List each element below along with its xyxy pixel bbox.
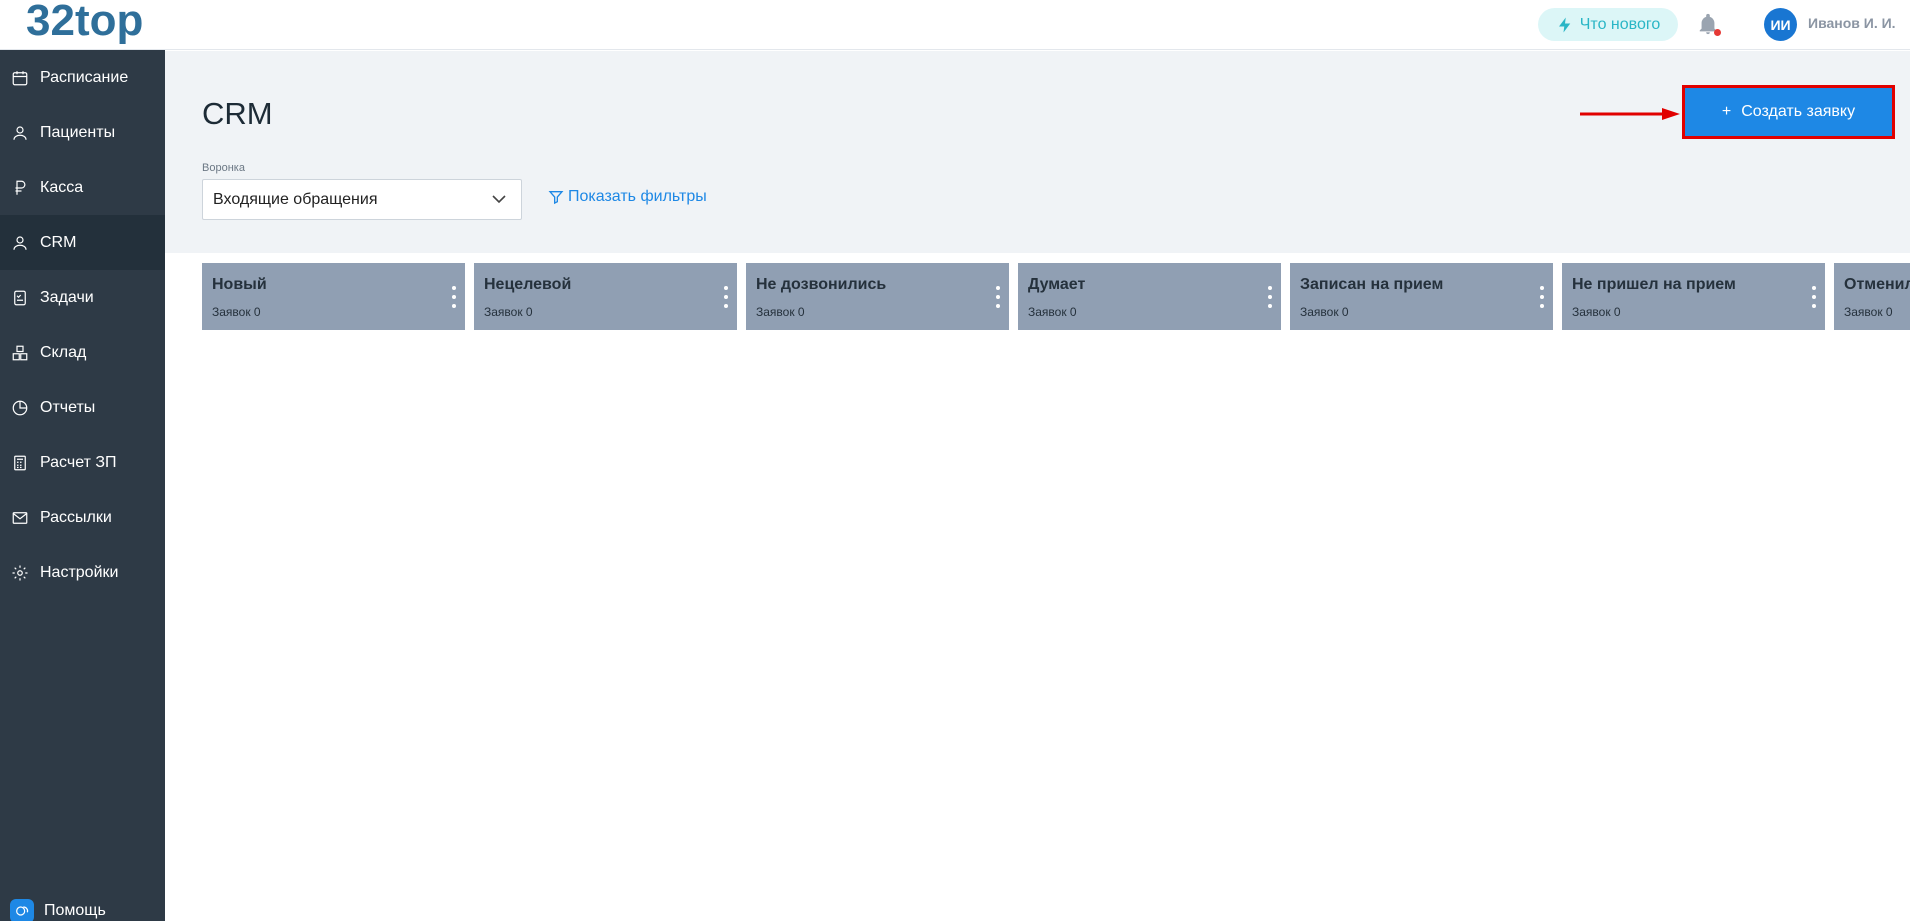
kanban-column-cancelled[interactable]: Отменил Заявок 0 [1834, 263, 1910, 330]
sidebar-item-warehouse[interactable]: Склад [0, 325, 165, 380]
create-request-label: Создать заявку [1741, 103, 1856, 120]
more-vertical-icon[interactable] [1265, 286, 1275, 308]
column-count: Заявок 0 [212, 305, 261, 319]
more-vertical-icon[interactable] [1537, 286, 1547, 308]
create-request-highlight: + Создать заявку [1682, 85, 1895, 139]
sidebar-item-mailings[interactable]: Рассылки [0, 490, 165, 545]
avatar[interactable]: ИИ [1764, 8, 1797, 41]
sidebar-item-settings[interactable]: Настройки [0, 545, 165, 600]
funnel-selected-value: Входящие обращения [213, 190, 378, 208]
column-count: Заявок 0 [1572, 305, 1621, 319]
kanban-column-not-reached[interactable]: Не дозвонились Заявок 0 [746, 263, 1009, 330]
notification-dot [1714, 29, 1721, 36]
column-title: Не пришел на прием [1572, 276, 1736, 293]
kanban-column-no-show[interactable]: Не пришел на прием Заявок 0 [1562, 263, 1825, 330]
logo[interactable]: 32top [26, 0, 143, 46]
plus-icon: + [1721, 103, 1732, 120]
sidebar-item-cashbox[interactable]: Касса [0, 160, 165, 215]
show-filters-label: Показать фильтры [568, 188, 707, 205]
column-count: Заявок 0 [1844, 305, 1893, 319]
sidebar-item-schedule[interactable]: Расписание [0, 50, 165, 105]
help-chat-icon [10, 899, 34, 921]
show-filters-link[interactable]: Показать фильтры [548, 188, 707, 206]
column-title: Нецелевой [484, 276, 572, 293]
column-count: Заявок 0 [1300, 305, 1349, 319]
column-title: Думает [1028, 276, 1086, 293]
create-request-button[interactable]: + Создать заявку [1685, 88, 1892, 136]
help-button[interactable]: Помощь [0, 846, 165, 921]
checklist-icon [10, 288, 30, 308]
sidebar-item-label: CRM [40, 233, 77, 251]
column-title: Новый [212, 276, 267, 293]
sidebar: Расписание Пациенты Касса CRM Задачи Скл… [0, 50, 165, 921]
column-count: Заявок 0 [756, 305, 805, 319]
sidebar-item-patients[interactable]: Пациенты [0, 105, 165, 160]
mail-icon [10, 508, 30, 528]
kanban-column-non-target[interactable]: Нецелевой Заявок 0 [474, 263, 737, 330]
top-bar: 32top Что нового ИИ Иванов И. И. [0, 0, 1910, 50]
sidebar-item-payroll[interactable]: Расчет ЗП [0, 435, 165, 490]
sidebar-item-label: Расписание [40, 68, 129, 86]
sidebar-item-label: Настройки [40, 563, 119, 581]
more-vertical-icon[interactable] [721, 286, 731, 308]
kanban-column-thinking[interactable]: Думает Заявок 0 [1018, 263, 1281, 330]
kanban-column-booked[interactable]: Записан на прием Заявок 0 [1290, 263, 1553, 330]
sidebar-item-label: Пациенты [40, 123, 116, 141]
gear-icon [10, 563, 30, 583]
column-count: Заявок 0 [484, 305, 533, 319]
sidebar-item-crm[interactable]: CRM [0, 215, 165, 270]
column-count: Заявок 0 [1028, 305, 1077, 319]
kanban-column-new[interactable]: Новый Заявок 0 [202, 263, 465, 330]
help-label: Помощь [44, 902, 106, 919]
sidebar-item-label: Задачи [40, 288, 94, 306]
sidebar-item-label: Рассылки [40, 508, 112, 526]
whats-new-label: Что нового [1579, 15, 1661, 33]
ruble-icon [10, 178, 30, 198]
column-title: Не дозвонились [756, 276, 887, 293]
more-vertical-icon[interactable] [449, 286, 459, 308]
sidebar-item-tasks[interactable]: Задачи [0, 270, 165, 325]
sidebar-item-label: Расчет ЗП [40, 453, 117, 471]
user-icon [10, 123, 30, 143]
sidebar-item-label: Касса [40, 178, 84, 196]
funnel-select[interactable]: Входящие обращения [202, 179, 522, 220]
user-icon [10, 233, 30, 253]
calculator-icon [10, 453, 30, 473]
funnel-label: Воронка [202, 162, 245, 174]
calendar-icon [10, 68, 30, 88]
page-title: CRM [202, 96, 273, 131]
content-header [165, 51, 1910, 253]
column-title: Отменил [1844, 276, 1910, 293]
lightning-icon [1558, 17, 1570, 32]
whats-new-button[interactable]: Что нового [1538, 8, 1678, 41]
sidebar-item-label: Отчеты [40, 398, 96, 416]
pie-chart-icon [10, 398, 30, 418]
sidebar-item-label: Склад [40, 343, 87, 361]
more-vertical-icon[interactable] [1809, 286, 1819, 308]
user-name[interactable]: Иванов И. И. [1808, 15, 1896, 31]
boxes-icon [10, 343, 30, 363]
red-arrow-annotation [1580, 108, 1680, 120]
sidebar-item-reports[interactable]: Отчеты [0, 380, 165, 435]
column-title: Записан на прием [1300, 276, 1444, 293]
chevron-down-icon [492, 195, 506, 204]
filter-icon [548, 191, 564, 205]
notifications-bell-icon[interactable] [1697, 12, 1721, 38]
more-vertical-icon[interactable] [993, 286, 1003, 308]
